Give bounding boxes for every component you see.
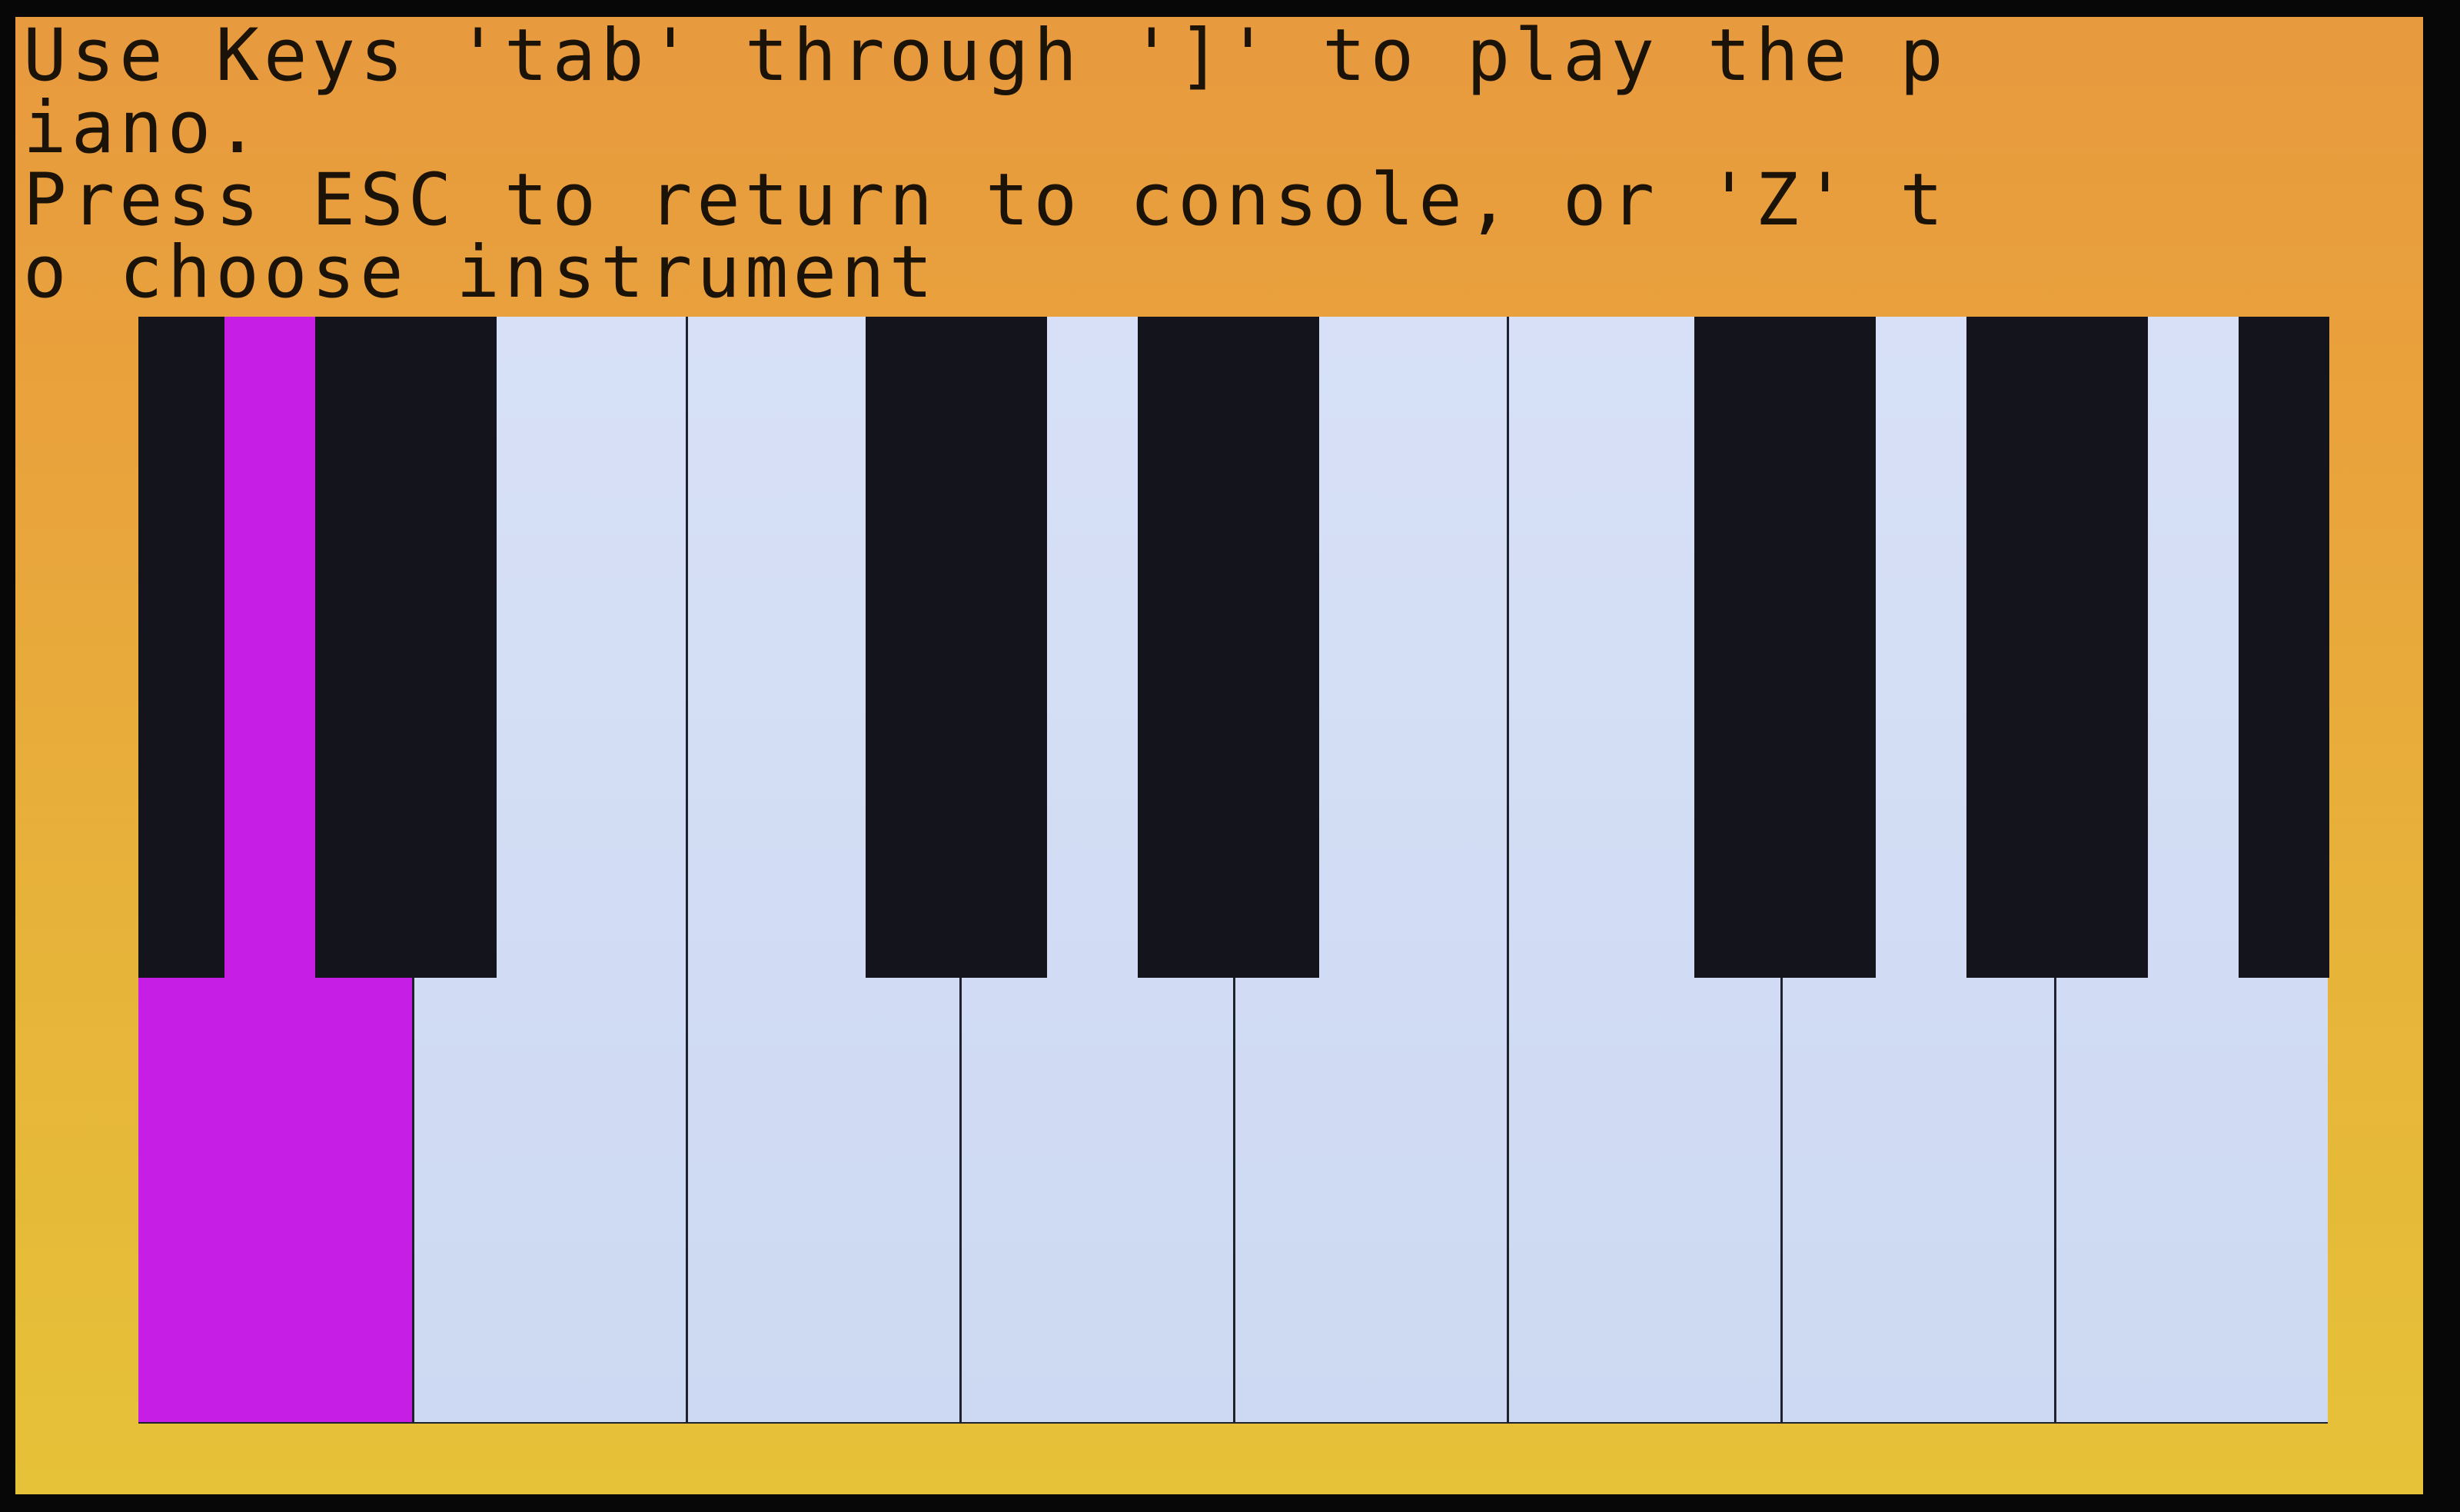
- black-key-3[interactable]: [866, 317, 1047, 978]
- black-key-4[interactable]: [1138, 317, 1319, 978]
- instructions-line-3: Press ESC to return to console, or 'Z' t: [23, 158, 1948, 242]
- instructions-line-2: iano.: [23, 86, 264, 170]
- black-key-7[interactable]: [2239, 317, 2329, 978]
- instructions-text: Use Keys 'tab' through ']' to play the p…: [23, 20, 2414, 309]
- black-key-pressed[interactable]: [224, 317, 315, 978]
- black-key-1[interactable]: [138, 317, 224, 978]
- black-key-5[interactable]: [1694, 317, 1876, 978]
- instructions-line-4: o choose instrument: [23, 231, 938, 314]
- piano-keyboard: [138, 317, 2329, 1424]
- black-key-2[interactable]: [315, 317, 497, 978]
- instructions-line-1: Use Keys 'tab' through ']' to play the p: [23, 17, 1948, 98]
- screen: Use Keys 'tab' through ']' to play the p…: [0, 0, 2460, 1512]
- piano-display: Use Keys 'tab' through ']' to play the p…: [15, 17, 2423, 1494]
- black-key-6[interactable]: [1966, 317, 2148, 978]
